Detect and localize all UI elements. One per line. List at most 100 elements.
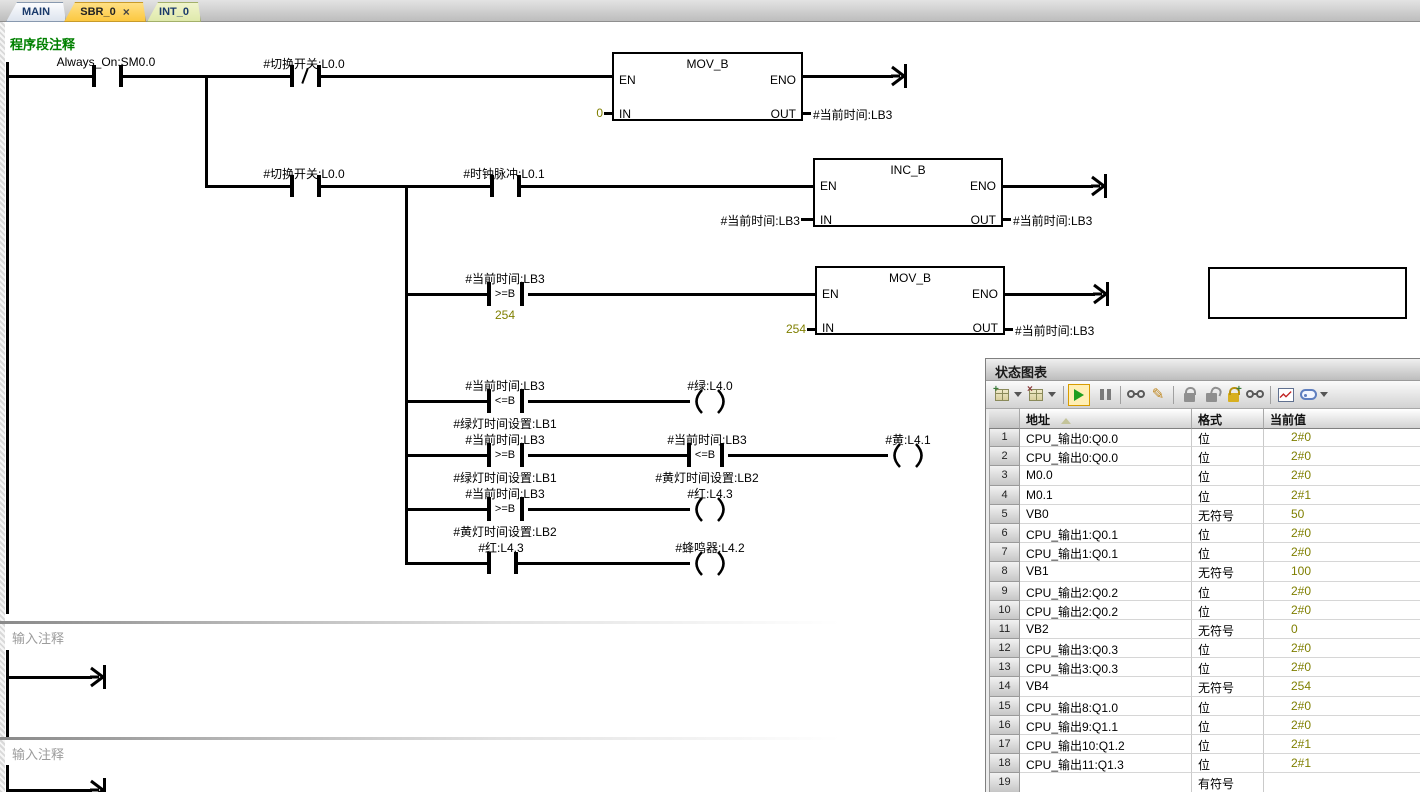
format-cell[interactable]: 位 <box>1192 658 1264 677</box>
pause-chart-icon[interactable] <box>1094 384 1116 406</box>
current-value-cell[interactable]: 2#0 <box>1264 466 1420 485</box>
network-comment[interactable]: 程序段注释 <box>10 34 75 53</box>
address-cell[interactable]: CPU_输出3:Q0.3 <box>1020 639 1192 658</box>
current-value-cell[interactable]: 100 <box>1264 562 1420 581</box>
address-cell[interactable]: CPU_输出2:Q0.2 <box>1020 601 1192 620</box>
write-all-icon[interactable]: ✎ <box>1147 384 1169 406</box>
corner-header-cell[interactable] <box>989 409 1020 429</box>
block-inc-b[interactable]: INC_B EN ENO IN OUT <box>813 158 1003 227</box>
coil-red[interactable] <box>688 497 732 522</box>
address-cell[interactable] <box>1020 773 1192 792</box>
address-cell[interactable]: CPU_输出9:Q1.1 <box>1020 716 1192 735</box>
address-cell[interactable]: CPU_输出10:Q1.2 <box>1020 735 1192 754</box>
coil-green[interactable] <box>688 389 732 414</box>
row-number-cell[interactable]: 10 <box>989 601 1020 620</box>
current-value-cell[interactable]: 2#0 <box>1264 639 1420 658</box>
left-resize-gutter[interactable] <box>0 22 5 792</box>
current-value-cell[interactable]: 2#1 <box>1264 754 1420 773</box>
block-in-operand[interactable]: #当前时间:LB3 <box>690 212 800 229</box>
current-value-cell[interactable]: 2#0 <box>1264 658 1420 677</box>
address-cell[interactable]: CPU_输出3:Q0.3 <box>1020 658 1192 677</box>
column-header-address[interactable]: 地址 <box>1020 409 1192 429</box>
block-out-operand[interactable]: #当前时间:LB3 <box>813 106 892 123</box>
row-number-cell[interactable]: 8 <box>989 562 1020 581</box>
row-number-cell[interactable]: 9 <box>989 582 1020 601</box>
current-value-cell[interactable]: 2#0 <box>1264 447 1420 466</box>
symbol-addressing-icon[interactable] <box>1297 384 1319 406</box>
close-tab-icon[interactable]: × <box>123 6 130 18</box>
add-chart-icon[interactable]: + <box>991 384 1013 406</box>
empty-network-box[interactable] <box>1208 267 1407 319</box>
coil-buzzer[interactable] <box>688 551 732 576</box>
delete-chart-dropdown-icon[interactable] <box>1048 392 1056 397</box>
current-value-cell[interactable]: 2#1 <box>1264 735 1420 754</box>
symbol-addressing-dropdown-icon[interactable] <box>1320 392 1328 397</box>
current-value-cell[interactable] <box>1264 773 1420 792</box>
format-cell[interactable]: 位 <box>1192 428 1264 447</box>
address-cell[interactable]: CPU_输出8:Q1.0 <box>1020 697 1192 716</box>
block-in-value[interactable]: 254 <box>756 322 806 336</box>
address-cell[interactable]: VB4 <box>1020 677 1192 696</box>
delete-chart-icon[interactable]: × <box>1025 384 1047 406</box>
network-comment-placeholder[interactable]: 输入注释 <box>12 628 64 647</box>
row-number-cell[interactable]: 14 <box>989 677 1020 696</box>
format-cell[interactable]: 位 <box>1192 486 1264 505</box>
address-cell[interactable]: VB1 <box>1020 562 1192 581</box>
address-cell[interactable]: CPU_输出11:Q1.3 <box>1020 754 1192 773</box>
block-mov-b-1[interactable]: MOV_B EN ENO IN OUT <box>612 52 803 121</box>
format-cell[interactable]: 无符号 <box>1192 677 1264 696</box>
row-number-cell[interactable]: 19 <box>989 773 1020 792</box>
current-value-cell[interactable]: 2#0 <box>1264 697 1420 716</box>
address-cell[interactable]: CPU_输出1:Q0.1 <box>1020 543 1192 562</box>
format-cell[interactable]: 无符号 <box>1192 620 1264 639</box>
row-number-cell[interactable]: 5 <box>989 505 1020 524</box>
tab-main[interactable]: MAIN <box>6 2 66 22</box>
read-force-icon[interactable] <box>1244 384 1266 406</box>
current-value-cell[interactable]: 2#0 <box>1264 428 1420 447</box>
current-value-cell[interactable]: 2#1 <box>1264 486 1420 505</box>
format-cell[interactable]: 有符号 <box>1192 773 1264 792</box>
row-number-cell[interactable]: 16 <box>989 716 1020 735</box>
format-cell[interactable]: 无符号 <box>1192 505 1264 524</box>
format-cell[interactable]: 位 <box>1192 754 1264 773</box>
row-number-cell[interactable]: 11 <box>989 620 1020 639</box>
address-cell[interactable]: M0.0 <box>1020 466 1192 485</box>
format-cell[interactable]: 位 <box>1192 543 1264 562</box>
row-number-cell[interactable]: 2 <box>989 447 1020 466</box>
address-cell[interactable]: CPU_输出1:Q0.1 <box>1020 524 1192 543</box>
row-number-cell[interactable]: 7 <box>989 543 1020 562</box>
column-header-current-value[interactable]: 当前值 <box>1264 409 1420 429</box>
format-cell[interactable]: 无符号 <box>1192 562 1264 581</box>
row-number-cell[interactable]: 6 <box>989 524 1020 543</box>
format-cell[interactable]: 位 <box>1192 716 1264 735</box>
row-number-cell[interactable]: 17 <box>989 735 1020 754</box>
current-value-cell[interactable]: 254 <box>1264 677 1420 696</box>
address-cell[interactable]: CPU_输出0:Q0.0 <box>1020 447 1192 466</box>
row-number-cell[interactable]: 4 <box>989 486 1020 505</box>
current-value-cell[interactable]: 2#0 <box>1264 524 1420 543</box>
read-all-icon[interactable] <box>1125 384 1147 406</box>
column-header-format[interactable]: 格式 <box>1192 409 1264 429</box>
current-value-cell[interactable]: 2#0 <box>1264 716 1420 735</box>
format-cell[interactable]: 位 <box>1192 447 1264 466</box>
address-cell[interactable]: VB2 <box>1020 620 1192 639</box>
address-cell[interactable]: M0.1 <box>1020 486 1192 505</box>
format-cell[interactable]: 位 <box>1192 524 1264 543</box>
format-cell[interactable]: 位 <box>1192 582 1264 601</box>
unforce-icon[interactable] <box>1200 384 1222 406</box>
add-chart-dropdown-icon[interactable] <box>1014 392 1022 397</box>
format-cell[interactable]: 位 <box>1192 639 1264 658</box>
format-cell[interactable]: 位 <box>1192 601 1264 620</box>
address-cell[interactable]: CPU_输出2:Q0.2 <box>1020 582 1192 601</box>
row-number-cell[interactable]: 15 <box>989 697 1020 716</box>
current-value-cell[interactable]: 50 <box>1264 505 1420 524</box>
tab-sbr0[interactable]: SBR_0 × <box>64 2 146 22</box>
block-mov-b-2[interactable]: MOV_B EN ENO IN OUT <box>815 266 1005 335</box>
chart-status-on-icon[interactable] <box>1068 384 1090 406</box>
format-cell[interactable]: 位 <box>1192 697 1264 716</box>
row-number-cell[interactable]: 1 <box>989 428 1020 447</box>
current-value-cell[interactable]: 2#0 <box>1264 543 1420 562</box>
current-value-cell[interactable]: 2#0 <box>1264 601 1420 620</box>
network-comment-placeholder[interactable]: 输入注释 <box>12 744 64 763</box>
row-number-cell[interactable]: 3 <box>989 466 1020 485</box>
